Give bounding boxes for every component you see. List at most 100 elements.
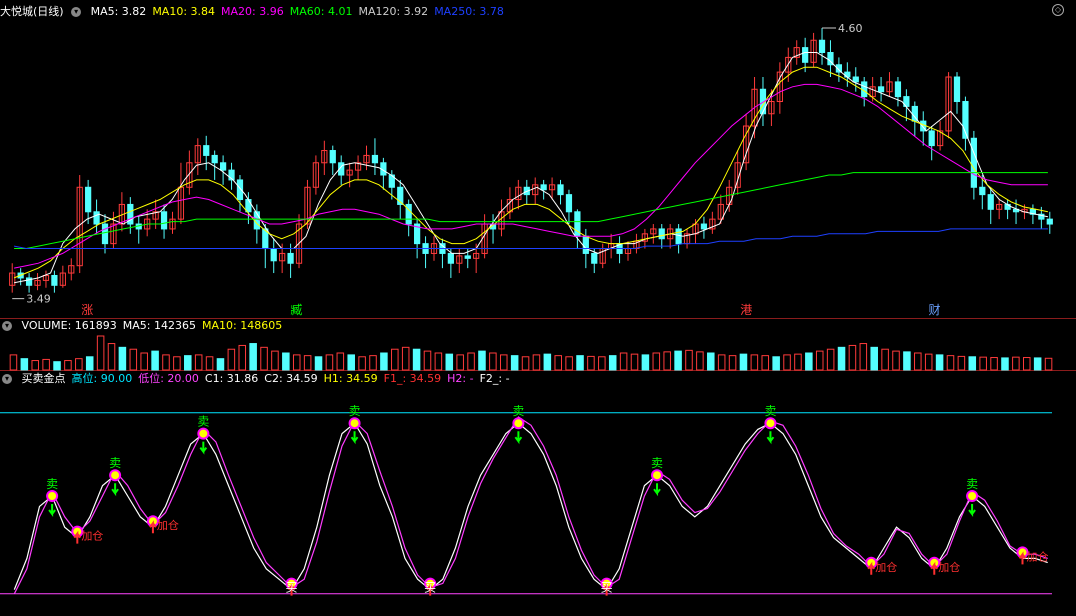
- volume-bar: [282, 352, 290, 371]
- volume-bar: [707, 352, 715, 371]
- volume-bar: [696, 351, 704, 371]
- candle-body: [970, 137, 977, 188]
- sell-signal-label: 卖: [651, 456, 663, 470]
- sell-arrow-icon: [111, 483, 119, 497]
- sell-signal-dot: [109, 469, 122, 482]
- volume-bar: [859, 343, 868, 371]
- add-position-label: 加仓: [875, 560, 897, 574]
- volume-bar: [521, 356, 530, 371]
- ma-line-ma60: [14, 172, 1048, 249]
- volume-bar: [489, 352, 497, 371]
- volume-bar: [292, 354, 301, 371]
- sell-arrow-icon: [514, 431, 523, 445]
- volume-bar: [794, 353, 802, 371]
- add-position-label: 加仓: [1026, 549, 1048, 563]
- volume-bar: [423, 350, 432, 371]
- volume-bar: [314, 356, 323, 371]
- candle-body: [928, 130, 935, 147]
- candle-body: [591, 252, 598, 264]
- low-price-label: 3.49: [26, 293, 51, 306]
- candle-body: [565, 194, 573, 213]
- volume-bar: [184, 355, 192, 371]
- volume-bar: [892, 350, 900, 371]
- sell-arrow-icon: [48, 504, 56, 517]
- volume-bar: [151, 350, 159, 371]
- volume-bar: [118, 346, 127, 371]
- volume-bar: [336, 352, 345, 371]
- volume-bar: [968, 356, 977, 371]
- sell-signal-label: 卖: [966, 477, 978, 491]
- volume-bar: [445, 353, 454, 371]
- volume-bar: [499, 354, 508, 371]
- volume-bar: [456, 354, 464, 371]
- volume-bar: [728, 355, 737, 371]
- volume-bar: [826, 348, 835, 371]
- volume-bar: [619, 352, 628, 371]
- candle-body: [245, 199, 252, 213]
- add-position-label: 加仓: [938, 560, 960, 574]
- volume-bar: [935, 354, 944, 371]
- sell-arrow-icon: [199, 441, 208, 455]
- volume-bar: [914, 352, 922, 371]
- volume-bar: [347, 354, 355, 371]
- buy-signal-label: 买: [424, 581, 436, 595]
- volume-bar: [543, 353, 552, 371]
- volume-bar: [140, 352, 148, 371]
- volume-bar: [772, 356, 780, 371]
- buy-arrow-icon: [149, 520, 157, 534]
- sell-signal-label: 卖: [109, 456, 121, 470]
- candle-body: [203, 145, 210, 156]
- candle-body: [894, 81, 902, 98]
- volume-bar: [303, 355, 312, 371]
- chart-canvas[interactable]: 4.603.49涨臧港财卖加仓卖加仓卖买卖买卖买卖卖加仓 加仓卖加仓: [0, 0, 1076, 616]
- candle-body: [329, 150, 336, 164]
- sell-signal-dot: [966, 490, 979, 502]
- volume-bar: [837, 346, 846, 371]
- volume-bar: [9, 354, 18, 371]
- volume-bar: [107, 343, 116, 371]
- candle-body: [557, 184, 564, 196]
- candle-body: [700, 223, 708, 230]
- volume-bar: [565, 356, 573, 371]
- sell-signal-label: 卖: [349, 404, 361, 418]
- volume-bar: [1012, 356, 1020, 371]
- candle-body: [101, 223, 109, 245]
- candle-body: [287, 252, 294, 264]
- volume-bar: [227, 348, 236, 371]
- sell-signal-dot: [512, 417, 525, 430]
- candle-body: [675, 228, 682, 245]
- volume-bar: [380, 352, 388, 371]
- volume-bar: [173, 356, 181, 371]
- sell-arrow-icon: [766, 431, 775, 445]
- volume-bar: [129, 348, 138, 371]
- volume-bar: [369, 355, 377, 371]
- ma-line-ma20: [14, 83, 1048, 269]
- candle-body: [1046, 218, 1053, 225]
- volume-bar: [1033, 357, 1042, 371]
- sell-signal-label: 卖: [764, 404, 776, 418]
- candle-body: [447, 252, 454, 264]
- high-price-label: 4.60: [838, 22, 863, 35]
- candle-body: [852, 76, 859, 83]
- candle-body: [93, 211, 100, 225]
- volume-bar: [271, 350, 279, 371]
- volume-bar: [31, 360, 40, 371]
- buy-arrow-icon: [1018, 551, 1027, 565]
- sell-signal-dot: [197, 427, 210, 440]
- volume-bar: [576, 355, 584, 371]
- sell-signal-label: 卖: [46, 477, 58, 491]
- sell-signal-label: 卖: [197, 415, 209, 429]
- volume-bar: [717, 354, 726, 371]
- volume-bar: [815, 350, 824, 371]
- volume-bar: [20, 358, 29, 371]
- volume-bar: [848, 344, 857, 371]
- buy-signal-label: 买: [286, 581, 298, 595]
- volume-bar: [598, 356, 606, 371]
- volume-bar: [85, 356, 94, 371]
- candle-body: [371, 154, 379, 164]
- volume-bar: [391, 348, 399, 371]
- volume-bar: [467, 352, 475, 371]
- volume-bar: [608, 355, 617, 371]
- sell-signal-dot: [764, 417, 777, 430]
- volume-bar: [325, 354, 334, 371]
